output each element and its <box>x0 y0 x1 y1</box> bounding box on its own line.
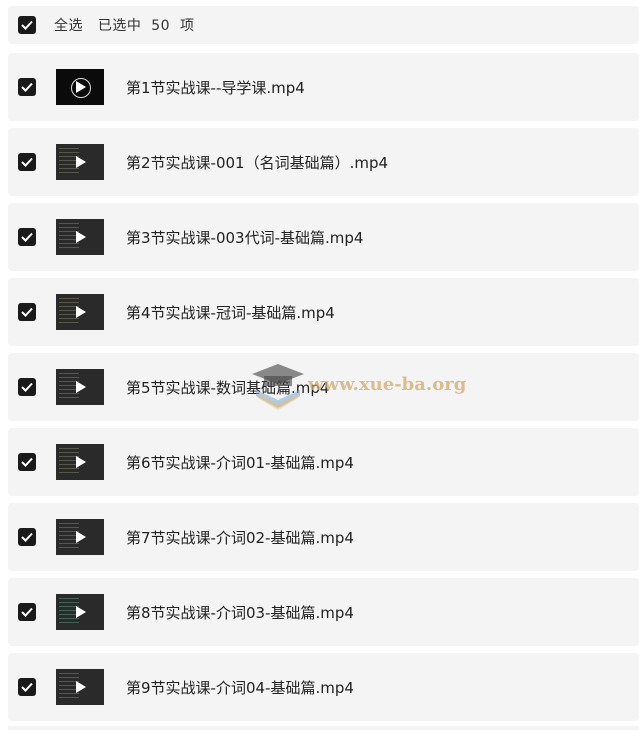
file-checkbox[interactable] <box>18 78 36 96</box>
play-icon <box>76 606 86 618</box>
select-all-bar: 全选 已选中 50 项 <box>8 6 639 44</box>
selection-summary: 全选 已选中 50 项 <box>54 15 195 35</box>
file-name[interactable]: 第1节实战课--导学课.mp4 <box>126 77 305 98</box>
file-name[interactable]: 第4节实战课-冠词-基础篇.mp4 <box>126 302 335 323</box>
file-checkbox[interactable] <box>18 228 36 246</box>
checkmark-icon <box>21 307 33 317</box>
select-all-checkbox[interactable] <box>18 16 36 34</box>
video-thumbnail[interactable] <box>56 369 104 405</box>
file-name[interactable]: 第9节实战课-介词04-基础篇.mp4 <box>126 677 354 698</box>
checkmark-icon <box>21 607 33 617</box>
play-icon <box>76 81 86 93</box>
file-checkbox[interactable] <box>18 378 36 396</box>
file-name[interactable]: 第3节实战课-003代词-基础篇.mp4 <box>126 227 363 248</box>
play-icon <box>76 306 86 318</box>
file-row[interactable]: 第2节实战课-001（名词基础篇）.mp4 <box>8 128 639 196</box>
next-row-edge <box>8 726 639 730</box>
selected-prefix: 已选中 <box>97 18 142 34</box>
file-row[interactable]: 第1节实战课--导学课.mp4 <box>8 53 639 121</box>
file-list-page: 全选 已选中 50 项 第1节实战课--导学课.mp4 第2节实战课-001（名… <box>0 0 639 730</box>
file-row[interactable]: 第8节实战课-介词03-基础篇.mp4 <box>8 578 639 646</box>
video-thumbnail[interactable] <box>56 69 104 105</box>
video-thumbnail[interactable] <box>56 444 104 480</box>
file-name[interactable]: 第8节实战课-介词03-基础篇.mp4 <box>126 602 354 623</box>
file-checkbox[interactable] <box>18 528 36 546</box>
video-thumbnail[interactable] <box>56 594 104 630</box>
play-icon <box>76 156 86 168</box>
file-name[interactable]: 第2节实战课-001（名词基础篇）.mp4 <box>126 152 388 173</box>
file-row[interactable]: 第7节实战课-介词02-基础篇.mp4 <box>8 503 639 571</box>
file-name[interactable]: 第6节实战课-介词01-基础篇.mp4 <box>126 452 354 473</box>
select-all-label[interactable]: 全选 <box>54 18 83 34</box>
file-row[interactable]: 第6节实战课-介词01-基础篇.mp4 <box>8 428 639 496</box>
video-thumbnail[interactable] <box>56 219 104 255</box>
video-thumbnail[interactable] <box>56 669 104 705</box>
play-icon <box>76 231 86 243</box>
file-row[interactable]: 第3节实战课-003代词-基础篇.mp4 <box>8 203 639 271</box>
file-checkbox[interactable] <box>18 153 36 171</box>
file-checkbox[interactable] <box>18 603 36 621</box>
play-icon <box>76 381 86 393</box>
video-thumbnail[interactable] <box>56 144 104 180</box>
play-icon <box>76 456 86 468</box>
checkmark-icon <box>21 20 33 30</box>
selected-suffix: 项 <box>180 18 195 34</box>
play-icon <box>76 681 86 693</box>
file-checkbox[interactable] <box>18 303 36 321</box>
file-row[interactable]: 第5节实战课-数词基础篇.mp4 <box>8 353 639 421</box>
checkmark-icon <box>21 157 33 167</box>
video-thumbnail[interactable] <box>56 294 104 330</box>
file-name[interactable]: 第5节实战课-数词基础篇.mp4 <box>126 377 329 398</box>
selected-count: 50 <box>151 18 171 34</box>
checkmark-icon <box>21 532 33 542</box>
checkmark-icon <box>21 682 33 692</box>
file-row[interactable]: 第9节实战课-介词04-基础篇.mp4 <box>8 653 639 721</box>
checkmark-icon <box>21 457 33 467</box>
checkmark-icon <box>21 82 33 92</box>
file-checkbox[interactable] <box>18 453 36 471</box>
file-checkbox[interactable] <box>18 678 36 696</box>
file-name[interactable]: 第7节实战课-介词02-基础篇.mp4 <box>126 527 354 548</box>
checkmark-icon <box>21 382 33 392</box>
play-icon <box>76 531 86 543</box>
video-thumbnail[interactable] <box>56 519 104 555</box>
file-row[interactable]: 第4节实战课-冠词-基础篇.mp4 <box>8 278 639 346</box>
checkmark-icon <box>21 232 33 242</box>
